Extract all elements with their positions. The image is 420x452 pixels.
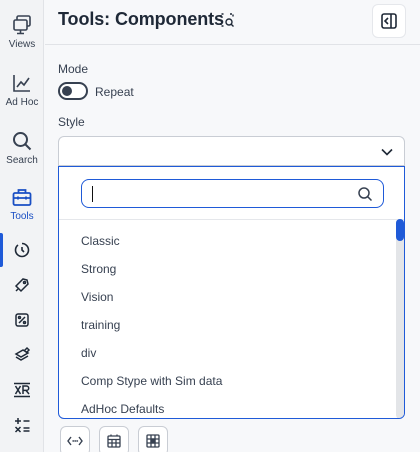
repeat-toggle-label: Repeat xyxy=(95,85,134,99)
code-view-button[interactable] xyxy=(60,426,90,452)
select-inspect-icon[interactable] xyxy=(219,12,235,28)
style-option[interactable]: AdHoc Defaults xyxy=(81,402,164,416)
rail-item-search[interactable]: Search xyxy=(0,130,44,166)
page-title: Tools: Components xyxy=(58,9,224,29)
style-option[interactable]: training xyxy=(81,318,120,332)
grid-table-icon xyxy=(107,434,121,448)
panel-collapse-icon xyxy=(381,13,397,29)
code-arrows-icon xyxy=(67,436,83,446)
header-divider xyxy=(45,44,420,45)
rail-tool-calculator[interactable] xyxy=(10,413,34,437)
style-option[interactable]: Classic xyxy=(81,234,120,248)
rail-label-tools: Tools xyxy=(10,211,34,222)
grid-table-button[interactable] xyxy=(99,426,129,452)
style-label: Style xyxy=(58,115,85,129)
rail-tool-timer[interactable] xyxy=(10,238,34,262)
rail-tool-component[interactable] xyxy=(10,308,34,332)
tools-panel: Tools: Components Mode Repeat Style Clas… xyxy=(45,0,420,452)
style-select[interactable] xyxy=(58,136,405,166)
scrollbar-thumb[interactable] xyxy=(396,219,404,241)
rail-item-adhoc[interactable]: Ad Hoc xyxy=(0,72,44,108)
style-search-box[interactable] xyxy=(81,179,384,208)
xr-icon xyxy=(14,382,30,398)
rail-tool-xr[interactable] xyxy=(10,378,34,402)
search-icon[interactable] xyxy=(357,186,373,202)
calculator-icon xyxy=(14,418,30,433)
left-rail: Views Ad Hoc Search Tools xyxy=(0,0,44,452)
text-caret xyxy=(92,186,93,202)
rail-label-search: Search xyxy=(6,155,38,166)
style-option[interactable]: div xyxy=(81,346,96,360)
rail-item-tools[interactable]: Tools xyxy=(0,186,44,222)
line-chart-icon xyxy=(13,75,30,92)
rail-tool-edit-tag[interactable] xyxy=(10,273,34,297)
rail-label-views: Views xyxy=(8,39,36,50)
timer-icon xyxy=(14,242,30,258)
edit-tag-icon xyxy=(14,278,29,293)
rail-label-adhoc: Ad Hoc xyxy=(5,97,39,108)
dropdown-scrollbar[interactable] xyxy=(396,219,404,418)
grid-select-button[interactable] xyxy=(138,426,168,452)
style-dropdown: Classic Strong Vision training div Comp … xyxy=(58,166,405,419)
dropdown-divider xyxy=(59,219,404,220)
search-icon xyxy=(13,132,32,151)
component-icon xyxy=(15,313,29,327)
toolbox-icon xyxy=(12,189,32,206)
monitor-stack-icon xyxy=(13,15,31,35)
stack-edit-icon xyxy=(14,346,31,361)
active-indicator xyxy=(0,233,3,267)
collapse-panel-button[interactable] xyxy=(372,4,406,38)
style-option[interactable]: Comp Stype with Sim data xyxy=(81,374,222,388)
repeat-toggle[interactable] xyxy=(58,82,88,100)
style-option[interactable]: Vision xyxy=(81,290,113,304)
rail-tool-stack-edit[interactable] xyxy=(10,343,34,367)
rail-item-views[interactable]: Views xyxy=(0,14,44,50)
mode-label: Mode xyxy=(58,62,89,76)
style-option[interactable]: Strong xyxy=(81,262,116,276)
grid-select-icon xyxy=(146,434,160,448)
toggle-knob xyxy=(62,86,72,96)
style-search-input[interactable] xyxy=(92,185,342,203)
chevron-down-icon xyxy=(381,148,393,156)
